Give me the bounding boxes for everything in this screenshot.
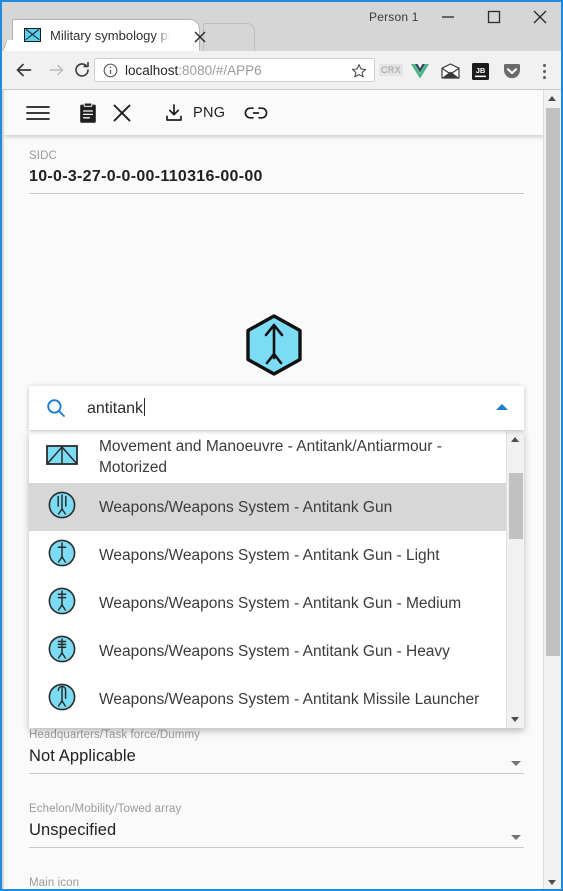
echelon-value: Unspecified <box>29 821 117 839</box>
window-maximize-button[interactable] <box>471 2 516 32</box>
sidc-field[interactable]: SIDC 10-0-3-27-0-0-00-110316-00-00 <box>29 150 524 194</box>
symbol-search-box[interactable]: antitank <box>29 386 524 430</box>
download-png-label: PNG <box>193 104 226 121</box>
pocket-extension-icon[interactable] <box>503 63 521 85</box>
page-info-icon[interactable] <box>103 63 118 83</box>
window-minimize-button[interactable] <box>425 2 470 32</box>
clear-x-icon[interactable] <box>112 90 132 135</box>
browser-tab[interactable]: Military symbology picker <box>12 19 206 52</box>
search-input[interactable]: antitank <box>87 398 146 418</box>
list-item-label: Movement and Manoeuvre - Antitank/Antiar… <box>99 438 442 476</box>
forward-arrow-icon <box>43 56 71 84</box>
antitank-gun-light-icon <box>45 538 79 573</box>
list-item-label: Weapons/Weapons System - Antitank Gun <box>99 498 393 516</box>
list-item[interactable]: Weapons/Weapons System - Antitank Missil… <box>29 675 507 723</box>
symbol-preview <box>4 310 544 380</box>
browser-navbar: localhost:8080/#/APP6 CRX JB <box>2 51 561 90</box>
sidc-value: 10-0-3-27-0-0-00-110316-00-00 <box>29 168 263 185</box>
list-item-label: Weapons/Weapons System - Antitank Gun - … <box>99 642 450 660</box>
sidc-label: SIDC <box>29 150 57 162</box>
headquarters-value: Not Applicable <box>29 747 136 765</box>
list-item-label: Weapons/Weapons System - Antitank Gun - … <box>99 546 440 564</box>
echelon-field[interactable]: Echelon/Mobility/Towed array Unspecified <box>29 803 524 848</box>
headquarters-label: Headquarters/Task force/Dummy <box>29 729 200 741</box>
echelon-label: Echelon/Mobility/Towed array <box>29 803 182 815</box>
list-item[interactable]: Weapons/Weapons System - Antitank Gun - … <box>29 531 507 579</box>
profile-label: Person 1 <box>369 10 419 24</box>
echelon-underline <box>29 847 524 848</box>
back-arrow-icon[interactable] <box>10 56 38 84</box>
app-page: PNG SIDC 10-0-3-27-0-0-00-110316-00-00 a… <box>4 90 544 889</box>
hamburger-menu-icon[interactable] <box>26 90 50 135</box>
list-item[interactable]: Weapons/Weapons System - Antitank Gun - … <box>29 627 507 675</box>
star-icon[interactable] <box>351 63 367 84</box>
page-scroll-down-arrow-icon[interactable] <box>544 874 561 889</box>
jetbrains-toolbox-icon[interactable]: JB <box>472 63 489 85</box>
address-bar-url: localhost:8080/#/APP6 <box>125 63 262 78</box>
page-scrollbar[interactable] <box>543 90 561 889</box>
link-icon[interactable] <box>244 90 268 135</box>
page-scrollbar-thumb[interactable] <box>546 108 560 656</box>
search-icon <box>46 398 66 423</box>
text-cursor <box>144 398 146 416</box>
window-titlebar: Person 1 Military symbology picker <box>2 2 561 53</box>
url-path: :8080/#/APP6 <box>178 63 262 78</box>
main-icon-field[interactable]: Main icon Military - Lethal Weapons - An… <box>29 877 524 889</box>
sidc-underline <box>29 193 524 194</box>
headquarters-field[interactable]: Headquarters/Task force/Dummy Not Applic… <box>29 729 524 774</box>
antitank-gun-medium-icon <box>45 586 79 621</box>
page-scroll-up-arrow-icon[interactable] <box>544 90 561 107</box>
headquarters-underline <box>29 773 524 774</box>
list-item[interactable]: Movement and Manoeuvre - Antitank/Antiar… <box>29 431 507 483</box>
browser-window: Person 1 Military symbology picker <box>0 0 563 891</box>
address-bar[interactable]: localhost:8080/#/APP6 <box>94 58 375 82</box>
download-png-button[interactable]: PNG <box>164 90 225 135</box>
symbol-results-list: Movement and Manoeuvre - Antitank/Antiar… <box>29 431 507 728</box>
window-close-button[interactable] <box>517 2 561 32</box>
symbol-results-dropdown[interactable]: Movement and Manoeuvre - Antitank/Antiar… <box>29 431 524 728</box>
page-viewport: PNG SIDC 10-0-3-27-0-0-00-110316-00-00 a… <box>4 90 561 889</box>
military-symbol-favicon <box>24 28 41 42</box>
dropdown-scrollbar[interactable] <box>506 431 524 728</box>
tab-title: Military symbology picker <box>50 28 170 43</box>
app-toolbar: PNG <box>4 90 544 135</box>
crx-extension-icon[interactable]: CRX <box>379 64 403 76</box>
scroll-down-arrow-icon[interactable] <box>507 711 524 728</box>
list-item[interactable]: Weapons/Weapons System - Antitank Gun <box>29 483 507 531</box>
antitank-gun-icon <box>45 490 79 525</box>
antitank-missile-launcher-icon <box>45 682 79 717</box>
reload-icon[interactable] <box>68 56 96 84</box>
url-host: localhost <box>125 63 179 78</box>
new-tab-slot[interactable] <box>203 23 255 53</box>
dropdown-scrollbar-thumb[interactable] <box>509 473 523 539</box>
tab-close-icon[interactable] <box>191 28 209 46</box>
mail-extension-icon[interactable] <box>441 63 460 84</box>
list-item[interactable]: Weapons/Weapons System - Antitank Gun - … <box>29 579 507 627</box>
antitank-motorized-icon <box>45 442 79 473</box>
list-item-label: Weapons/Weapons System - Antitank Missil… <box>99 690 480 708</box>
svg-text:JB: JB <box>476 66 486 75</box>
chrome-menu-icon[interactable] <box>537 62 551 80</box>
list-item-label: Weapons/Weapons System - Antitank Gun - … <box>99 594 462 612</box>
download-icon <box>166 103 182 121</box>
scroll-up-arrow-icon[interactable] <box>507 431 524 448</box>
echelon-dropdown-caret-icon[interactable] <box>511 835 521 840</box>
vue-devtools-icon[interactable] <box>411 63 429 84</box>
main-icon-label: Main icon <box>29 877 80 889</box>
headquarters-dropdown-caret-icon[interactable] <box>511 761 521 766</box>
list-item[interactable]: Weapons/Weapons System - Antitank Missil… <box>29 723 507 728</box>
antitank-rocket-launcher-symbol <box>246 314 302 376</box>
search-input-text: antitank <box>87 400 144 417</box>
clipboard-icon[interactable] <box>79 90 97 135</box>
chevron-up-icon[interactable] <box>496 404 508 410</box>
antitank-gun-heavy-icon <box>45 634 79 669</box>
